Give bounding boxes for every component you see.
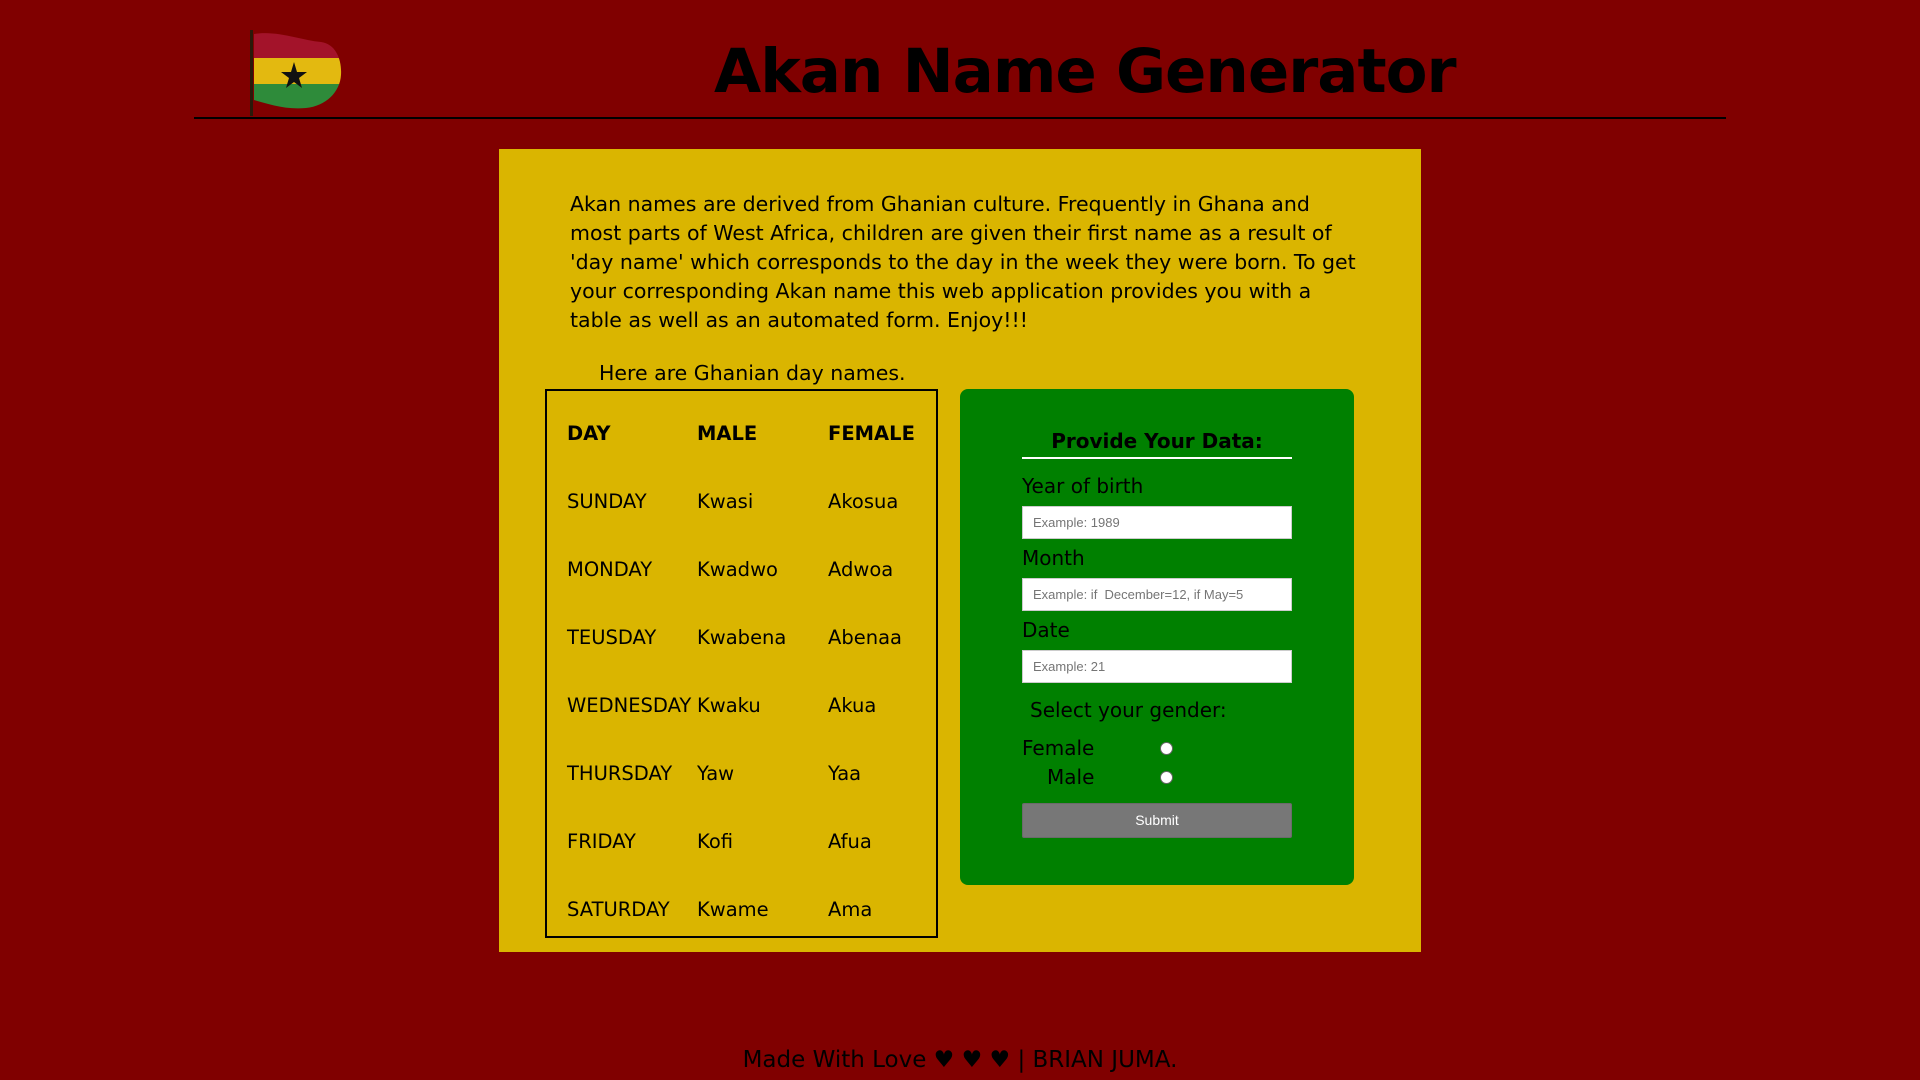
table-row: MONDAY Kwadwo Adwoa — [567, 535, 928, 603]
month-label: Month — [1022, 546, 1085, 570]
table-row: SUNDAY Kwasi Akosua — [567, 467, 928, 535]
cell-day: FRIDAY — [567, 829, 636, 853]
form-title: Provide Your Data: — [1022, 429, 1292, 459]
cell-day: THURSDAY — [567, 761, 673, 785]
cell-male: Kwabena — [697, 625, 787, 649]
table-header-row: DAY MALE FEMALE — [567, 399, 928, 467]
cell-female: Abenaa — [828, 625, 902, 649]
cell-day: TEUSDAY — [567, 625, 657, 649]
cell-female: Yaa — [828, 761, 862, 785]
header-female: FEMALE — [828, 421, 915, 445]
female-radio[interactable] — [1160, 742, 1173, 755]
footer-credit: Made With Love ♥ ♥ ♥ | BRIAN JUMA. — [742, 1047, 1178, 1073]
cell-day: SUNDAY — [567, 489, 647, 513]
cell-male: Kwame — [697, 897, 769, 921]
cell-female: Akua — [828, 693, 877, 717]
table-caption: Here are Ghanian day names. — [599, 361, 906, 385]
cell-female: Ama — [828, 897, 873, 921]
female-label: Female — [1022, 736, 1095, 760]
cell-day: SATURDAY — [567, 897, 670, 921]
year-label: Year of birth — [1022, 474, 1144, 498]
header-male: MALE — [697, 421, 758, 445]
table-row: FRIDAY Kofi Afua — [567, 807, 928, 875]
ghana-flag-icon — [250, 30, 342, 116]
akan-name-form: Provide Your Data: Year of birth Month D… — [960, 389, 1354, 885]
month-input[interactable] — [1022, 578, 1292, 611]
site-header: Akan Name Generator — [194, 0, 1726, 119]
table-row: WEDNESDAY Kwaku Akua — [567, 671, 928, 739]
table-row: TEUSDAY Kwabena Abenaa — [567, 603, 928, 671]
header-day: DAY — [567, 421, 611, 445]
day-names-table: DAY MALE FEMALE SUNDAY Kwasi Akosua MOND… — [545, 389, 938, 938]
year-input[interactable] — [1022, 506, 1292, 539]
cell-female: Afua — [828, 829, 872, 853]
cell-male: Kwadwo — [697, 557, 778, 581]
submit-button[interactable]: Submit — [1022, 803, 1292, 838]
date-input[interactable] — [1022, 650, 1292, 683]
table-row: THURSDAY Yaw Yaa — [567, 739, 928, 807]
date-label: Date — [1022, 618, 1070, 642]
cell-female: Adwoa — [828, 557, 894, 581]
male-radio[interactable] — [1160, 771, 1173, 784]
male-label: Male — [1047, 765, 1095, 789]
cell-male: Kwasi — [697, 489, 754, 513]
gender-label: Select your gender: — [1030, 698, 1227, 722]
cell-day: MONDAY — [567, 557, 653, 581]
cell-male: Kofi — [697, 829, 734, 853]
cell-male: Yaw — [697, 761, 735, 785]
page-title: Akan Name Generator — [714, 36, 1457, 107]
cell-female: Akosua — [828, 489, 899, 513]
cell-day: WEDNESDAY — [567, 693, 692, 717]
main-panel: Akan names are derived from Ghanian cult… — [499, 149, 1421, 952]
intro-paragraph: Akan names are derived from Ghanian cult… — [570, 192, 1356, 332]
cell-male: Kwaku — [697, 693, 761, 717]
table-row: SATURDAY Kwame Ama — [567, 875, 928, 943]
